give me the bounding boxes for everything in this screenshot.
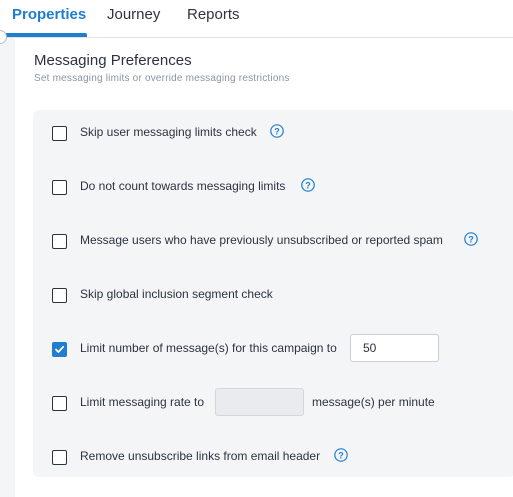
rate-suffix-label: message(s) per minute (312, 395, 435, 409)
not-count-limits-label: Do not count towards messaging limits (80, 179, 286, 193)
not-count-limits-checkbox[interactable] (52, 180, 67, 195)
svg-text:?: ? (305, 180, 311, 190)
skip-user-limits-checkbox[interactable] (52, 126, 67, 141)
option-row-remove-unsubscribe: Remove unsubscribe links from email head… (33, 443, 513, 473)
help-icon[interactable]: ? (464, 232, 478, 246)
option-row-not-count-limits: Do not count towards messaging limits ? (33, 173, 513, 203)
limit-rate-label: Limit messaging rate to (80, 395, 205, 409)
message-rate-input[interactable] (215, 388, 304, 416)
tab-properties[interactable]: Properties (12, 6, 86, 23)
help-icon[interactable]: ? (270, 124, 284, 138)
message-limit-input[interactable]: 50 (350, 334, 439, 362)
messaging-preferences-panel: Messaging Preferences Set messaging limi… (15, 38, 513, 497)
tab-journey[interactable]: Journey (107, 6, 160, 23)
section-title: Messaging Preferences (34, 52, 192, 69)
svg-text:?: ? (468, 234, 474, 244)
message-unsubscribed-label: Message users who have previously unsubs… (80, 233, 443, 247)
skip-global-inclusion-checkbox[interactable] (52, 288, 67, 303)
tab-bar: Properties Journey Reports (0, 0, 513, 38)
skip-user-limits-label: Skip user messaging limits check (80, 125, 257, 139)
checkmark-icon (55, 345, 65, 353)
svg-text:?: ? (338, 450, 344, 460)
option-row-skip-user-limits: Skip user messaging limits check ? (33, 119, 513, 149)
remove-unsubscribe-label: Remove unsubscribe links from email head… (80, 449, 321, 463)
message-unsubscribed-checkbox[interactable] (52, 234, 67, 249)
tab-reports[interactable]: Reports (187, 6, 240, 23)
skip-global-inclusion-label: Skip global inclusion segment check (80, 287, 273, 301)
limit-rate-checkbox[interactable] (52, 396, 67, 411)
option-row-limit-messages: Limit number of message(s) for this camp… (33, 334, 513, 365)
help-icon[interactable]: ? (301, 178, 315, 192)
help-icon[interactable]: ? (334, 448, 348, 462)
option-row-message-unsubscribed: Message users who have previously unsubs… (33, 227, 513, 257)
options-card: Skip user messaging limits check ? Do no… (33, 110, 513, 477)
limit-messages-label: Limit number of message(s) for this camp… (80, 341, 337, 355)
svg-text:?: ? (274, 126, 280, 136)
option-row-skip-global-inclusion: Skip global inclusion segment check (33, 281, 513, 311)
active-tab-indicator (0, 33, 87, 37)
remove-unsubscribe-checkbox[interactable] (52, 450, 67, 465)
limit-messages-checkbox[interactable] (52, 342, 67, 357)
section-subtitle: Set messaging limits or override messagi… (34, 73, 290, 84)
option-row-limit-rate: Limit messaging rate to message(s) per m… (33, 388, 513, 419)
